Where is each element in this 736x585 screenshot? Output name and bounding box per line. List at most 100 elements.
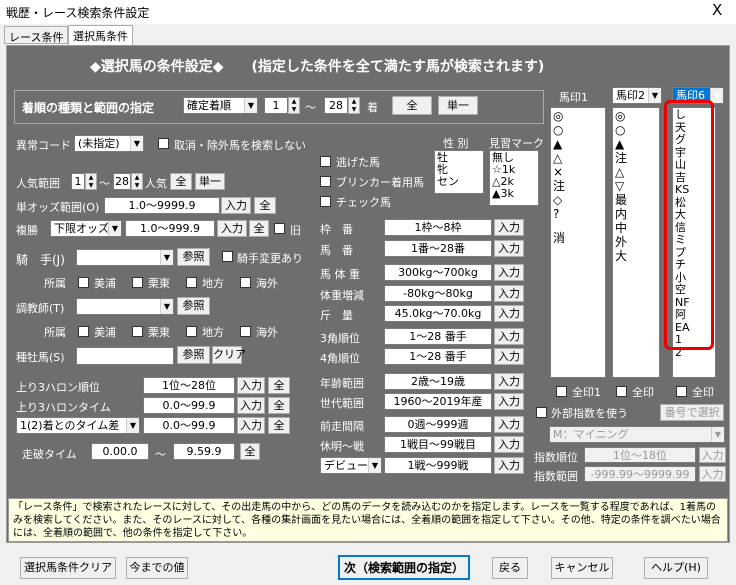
- mark6-all-checkbox[interactable]: [676, 386, 687, 397]
- escaped-checkbox[interactable]: [320, 156, 331, 167]
- range-row-input[interactable]: 0週〜999週: [384, 416, 492, 433]
- clear-conditions-button[interactable]: 選択馬条件クリア: [20, 557, 116, 579]
- affil2-ritto-checkbox[interactable]: [132, 326, 143, 337]
- last3time-enter-button[interactable]: 入力: [237, 397, 265, 414]
- mark1-list[interactable]: ◎ ○ ▲ △ × 注 ◇ ? 消: [550, 107, 606, 378]
- place-type-select[interactable]: 下限オッズ ▼: [50, 220, 122, 237]
- exclude-checkbox[interactable]: [158, 138, 169, 149]
- list-item[interactable]: 注: [553, 179, 603, 193]
- range-row-enter-button[interactable]: 入力: [494, 328, 524, 345]
- finish-single-button[interactable]: 単一: [438, 96, 478, 115]
- range-row-input[interactable]: 1枠〜8枠: [384, 219, 492, 236]
- list-item[interactable]: ×: [553, 165, 603, 179]
- trainer-ref-button[interactable]: 参照: [177, 297, 210, 315]
- list-item[interactable]: セン: [437, 176, 481, 188]
- range-row-enter-button[interactable]: 入力: [494, 264, 524, 281]
- spinner-icon[interactable]: ▲ ▼: [288, 97, 300, 114]
- select-by-number-button[interactable]: 番号で選択: [660, 404, 724, 421]
- list-item[interactable]: 最: [615, 193, 657, 207]
- affil2-local-checkbox[interactable]: [186, 326, 197, 337]
- affil2-miho-checkbox[interactable]: [78, 326, 89, 337]
- index-rank-input[interactable]: 1位〜18位: [584, 447, 696, 463]
- blinker-checkbox[interactable]: [320, 176, 331, 187]
- tab-race-conditions[interactable]: レース条件: [4, 26, 69, 44]
- win-odds-enter-button[interactable]: 入力: [221, 197, 251, 214]
- range-row-enter-button[interactable]: 入力: [494, 457, 524, 474]
- list-item[interactable]: ○: [615, 123, 657, 137]
- range-row-enter-button[interactable]: 入力: [494, 416, 524, 433]
- affil1-miho-checkbox[interactable]: [78, 277, 89, 288]
- place-upper-checkbox[interactable]: [274, 223, 285, 234]
- win-odds-all-button[interactable]: 全: [254, 197, 276, 214]
- list-item[interactable]: △: [615, 165, 657, 179]
- range-row-enter-button[interactable]: 入力: [494, 348, 524, 365]
- affil2-overseas-checkbox[interactable]: [240, 326, 251, 337]
- popularity-all-button[interactable]: 全: [170, 173, 192, 190]
- list-item[interactable]: ▽: [615, 179, 657, 193]
- mark2-all-checkbox[interactable]: [616, 386, 627, 397]
- index-range-enter-button[interactable]: 入力: [699, 466, 726, 482]
- spinner-icon[interactable]: ▲ ▼: [85, 173, 97, 190]
- cancel-button[interactable]: キャンセル: [551, 557, 613, 579]
- mark1-all-checkbox[interactable]: [556, 386, 567, 397]
- sire-ref-button[interactable]: 参照: [177, 346, 210, 364]
- place-enter-button[interactable]: 入力: [217, 220, 247, 237]
- range-row-enter-button[interactable]: 入力: [494, 305, 524, 322]
- help-button[interactable]: ヘルプ(H): [644, 557, 708, 579]
- popularity-single-button[interactable]: 単一: [195, 173, 225, 190]
- place-all-button[interactable]: 全: [249, 220, 269, 237]
- range-row-enter-button[interactable]: 入力: [494, 393, 524, 410]
- finish-type-select[interactable]: 確定着順 ▼: [183, 97, 258, 114]
- finish-from-input[interactable]: 1: [264, 97, 288, 114]
- external-select[interactable]: M：マイニング ▼: [549, 426, 725, 443]
- time-all-button[interactable]: 全: [240, 443, 260, 460]
- list-item[interactable]: 大: [615, 249, 657, 263]
- popularity-from-input[interactable]: 1: [71, 173, 85, 190]
- jockey-ref-button[interactable]: 参照: [177, 248, 210, 266]
- sire-input[interactable]: [76, 347, 174, 365]
- affil1-local-checkbox[interactable]: [186, 277, 197, 288]
- finish-to-input[interactable]: 28: [324, 97, 348, 114]
- popularity-to-input[interactable]: 28: [113, 173, 131, 190]
- list-item[interactable]: 消: [553, 231, 603, 245]
- place-odds-input[interactable]: 1.0〜999.9: [125, 220, 215, 237]
- list-item[interactable]: ◎: [553, 109, 603, 123]
- range-row-enter-button[interactable]: 入力: [494, 436, 524, 453]
- time-to-input[interactable]: 9.59.9: [173, 443, 235, 460]
- list-item[interactable]: 中: [615, 221, 657, 235]
- list-item[interactable]: △: [553, 151, 603, 165]
- list-item[interactable]: ▲: [553, 137, 603, 151]
- range-row-input[interactable]: 1960〜2019年産: [384, 393, 492, 410]
- diff-all-button[interactable]: 全: [268, 417, 290, 434]
- external-checkbox[interactable]: [536, 407, 547, 418]
- close-icon[interactable]: X: [712, 1, 722, 19]
- mark2-list[interactable]: ◎ ○ ▲ 注 △ ▽ 最 内 中 外 大: [612, 107, 660, 378]
- range-row-enter-button[interactable]: 入力: [494, 219, 524, 236]
- range-row-enter-button[interactable]: 入力: [494, 240, 524, 257]
- affil1-overseas-checkbox[interactable]: [240, 277, 251, 288]
- previous-values-button[interactable]: 今までの値: [126, 557, 188, 579]
- debut-select[interactable]: デビュー ▼: [320, 457, 382, 474]
- last3rank-input[interactable]: 1位〜28位: [143, 377, 235, 394]
- range-row-input[interactable]: 1戦目〜99戦目: [384, 436, 492, 453]
- diff-enter-button[interactable]: 入力: [237, 417, 265, 434]
- range-row-input[interactable]: 1〜28 番手: [384, 328, 492, 345]
- range-row-enter-button[interactable]: 入力: [494, 285, 524, 302]
- check-horse-checkbox[interactable]: [320, 196, 331, 207]
- spinner-icon[interactable]: ▲ ▼: [131, 173, 143, 190]
- list-item[interactable]: ▲3k: [492, 188, 536, 200]
- list-item[interactable]: ?: [553, 207, 603, 221]
- next-search-range-button[interactable]: 次（検索範囲の指定）: [338, 555, 470, 580]
- jockey-change-checkbox[interactable]: [222, 251, 233, 262]
- last3rank-all-button[interactable]: 全: [268, 377, 290, 394]
- abnormal-select[interactable]: (未指定) ▼: [74, 135, 144, 152]
- list-item[interactable]: ▲: [615, 137, 657, 151]
- last3time-all-button[interactable]: 全: [268, 397, 290, 414]
- range-row-input[interactable]: 1〜28 番手: [384, 348, 492, 365]
- range-row-input[interactable]: 45.0kg〜70.0kg: [384, 305, 492, 322]
- list-item[interactable]: 内: [615, 207, 657, 221]
- finish-all-button[interactable]: 全: [392, 96, 432, 115]
- list-item[interactable]: ◎: [615, 109, 657, 123]
- tab-horse-conditions[interactable]: 選択馬条件: [68, 25, 133, 45]
- diff-input[interactable]: 0.0〜99.9: [143, 417, 235, 434]
